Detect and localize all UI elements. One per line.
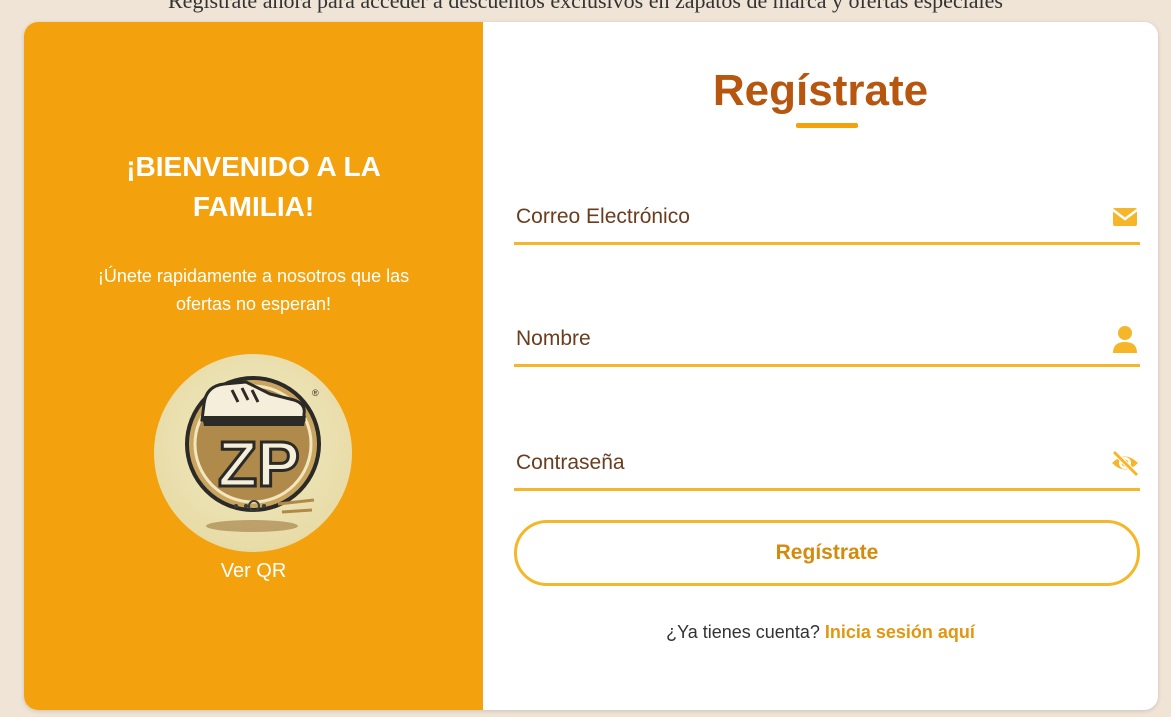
svg-text:®: ® xyxy=(312,388,319,398)
user-icon xyxy=(1110,324,1140,354)
welcome-subtitle: ¡Únete rapidamente a nosotros que las of… xyxy=(44,262,463,318)
register-card: ¡BIENVENIDO A LA FAMILIA! ¡Únete rapidam… xyxy=(24,22,1158,710)
zp-shoe-logo-icon: ZP ® xyxy=(185,376,321,532)
logo-letters: ZP xyxy=(217,427,302,502)
welcome-title-line-1: ¡BIENVENIDO A LA xyxy=(126,151,381,182)
welcome-title-line-2: FAMILIA! xyxy=(192,191,315,222)
login-link[interactable]: Inicia sesión aquí xyxy=(825,622,975,642)
email-field-group xyxy=(514,182,1140,245)
name-field-group xyxy=(514,304,1140,367)
brand-logo: ZP ® xyxy=(154,354,352,552)
form-title: Regístrate xyxy=(712,66,929,115)
email-field[interactable] xyxy=(514,196,1088,238)
page-heading-text: Registrate ahora para acceder a descuent… xyxy=(168,0,1003,13)
password-field-group xyxy=(514,428,1140,491)
svg-text:ZP: ZP xyxy=(218,428,300,500)
login-prompt-line: ¿Ya tienes cuenta? Inicia sesión aquí xyxy=(483,622,1158,643)
login-prompt-text: ¿Ya tienes cuenta? xyxy=(666,622,820,642)
register-button[interactable]: Regístrate xyxy=(514,520,1140,586)
register-form-panel: Regístrate Correo Electrónico Nombre Reg… xyxy=(483,22,1158,710)
password-field[interactable] xyxy=(514,442,1088,484)
view-qr-link[interactable]: Ver QR xyxy=(24,560,483,583)
welcome-subtitle-line-1: ¡Únete rapidamente a nosotros que las xyxy=(97,266,410,286)
eye-slash-icon[interactable] xyxy=(1110,448,1140,478)
envelope-icon xyxy=(1110,202,1140,232)
welcome-subtitle-line-2: ofertas no esperan! xyxy=(175,294,332,314)
title-underline xyxy=(796,123,858,128)
name-field[interactable] xyxy=(514,318,1088,360)
welcome-panel: ¡BIENVENIDO A LA FAMILIA! ¡Únete rapidam… xyxy=(24,22,483,710)
welcome-title: ¡BIENVENIDO A LA FAMILIA! xyxy=(24,147,483,227)
